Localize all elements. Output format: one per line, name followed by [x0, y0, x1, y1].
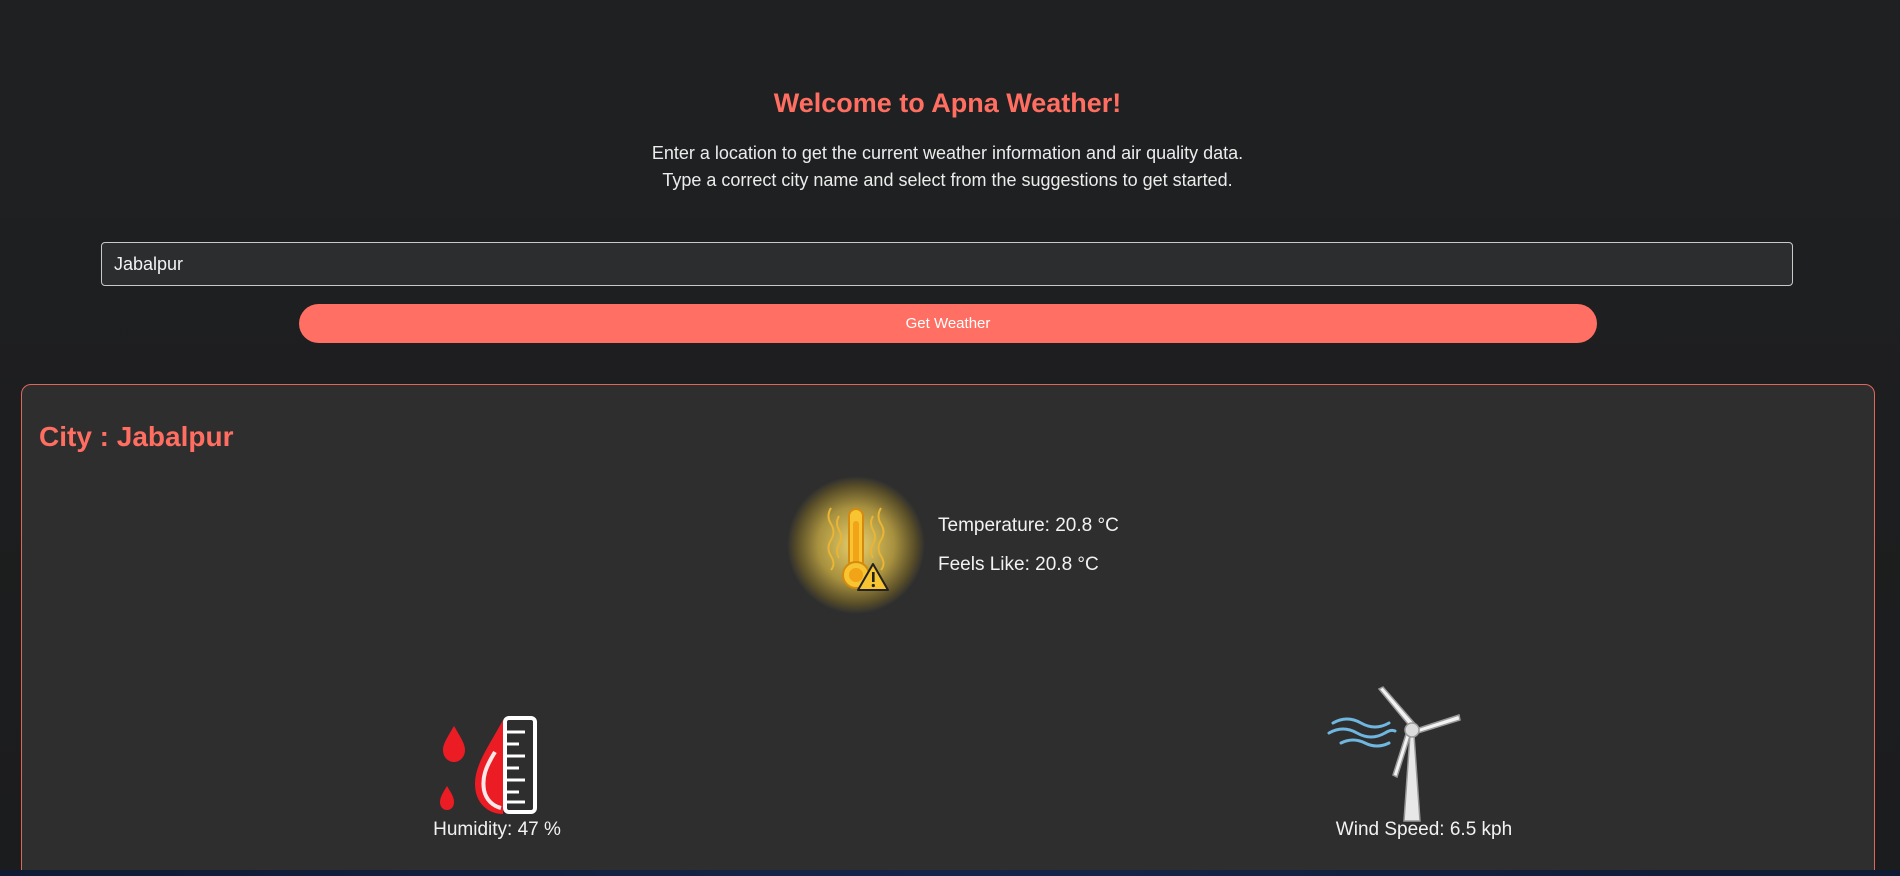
- wind-turbine-icon: [1327, 686, 1461, 822]
- humidity-drops-icon: [440, 716, 537, 814]
- page: Welcome to Apna Weather! Enter a locatio…: [0, 0, 1900, 876]
- city-heading: City : Jabalpur: [39, 421, 234, 452]
- wind-speed-value: Wind Speed: 6.5 kph: [1335, 819, 1513, 840]
- intro-text-line-1: Enter a location to get the current weat…: [651, 143, 1244, 163]
- city-search-input[interactable]: [101, 242, 1793, 286]
- taskbar-edge: [0, 870, 1900, 876]
- thermometer-warning-icon: [787, 476, 925, 614]
- welcome-hero: Welcome to Apna Weather! Enter a locatio…: [0, 0, 1900, 218]
- intro-text-line-2: Type a correct city name and select from…: [662, 170, 1233, 190]
- temperature-value: Temperature: 20.8 °C: [938, 515, 1119, 536]
- weather-result-card: City : Jabalpur Temperature: 20.8 °C Fee…: [21, 384, 1875, 876]
- feels-like-value: Feels Like: 20.8 °C: [938, 554, 1099, 575]
- get-weather-button[interactable]: Get Weather: [299, 304, 1597, 343]
- page-title: Welcome to Apna Weather!: [773, 88, 1122, 118]
- humidity-value: Humidity: 47 %: [433, 819, 561, 840]
